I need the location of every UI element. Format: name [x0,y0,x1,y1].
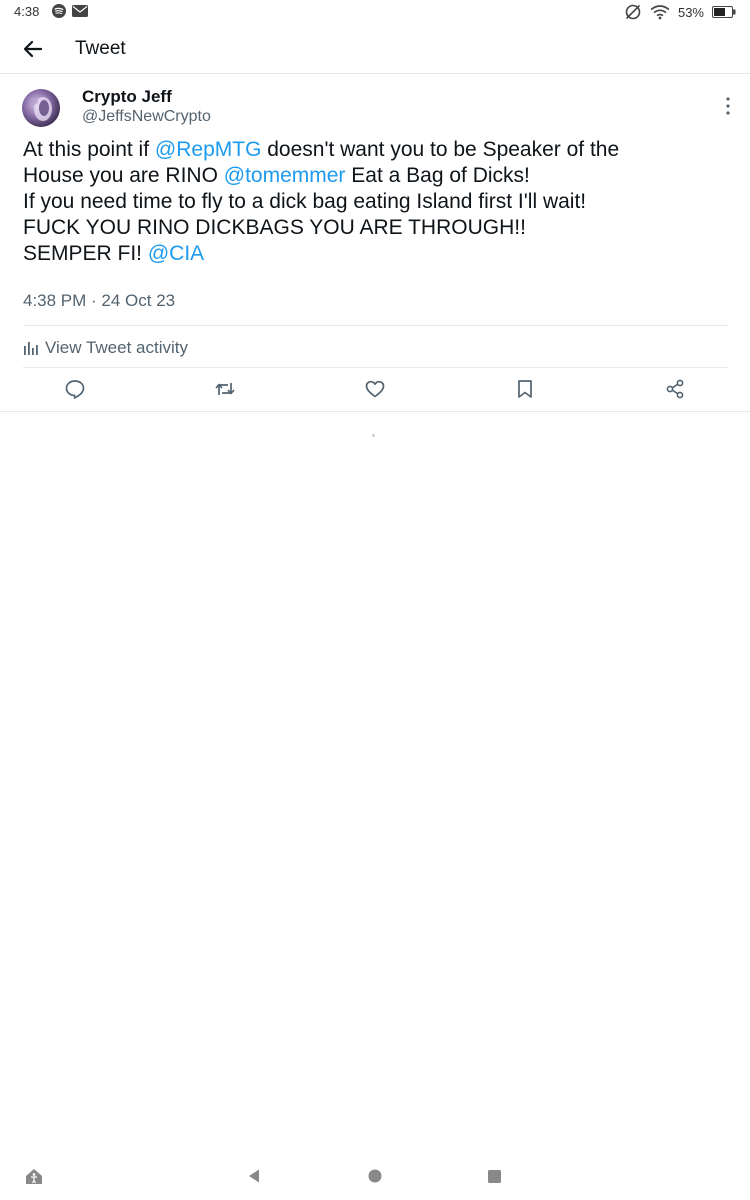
display-name[interactable]: Crypto Jeff [82,87,172,107]
mail-icon [72,5,88,17]
loading-indicator [372,434,375,437]
home-circle-icon[interactable] [367,1168,383,1184]
accessibility-icon[interactable] [24,1166,44,1186]
status-bar: 4:38 53% [0,0,750,24]
view-activity-label: View Tweet activity [45,338,188,357]
mention-link[interactable]: @CIA [148,242,204,265]
mention-link[interactable]: @tomemmer [224,164,346,187]
avatar-image [30,97,52,121]
page-title: Tweet [75,38,126,59]
top-app-bar: Tweet [0,24,750,74]
wifi-icon [650,5,670,20]
divider [23,325,728,326]
status-right-group: 53% [624,3,736,21]
status-time: 4:38 [14,4,40,19]
recents-square-icon[interactable] [487,1169,502,1184]
tweet-text: At this point if @RepMTG doesn't want yo… [23,137,723,267]
more-options-icon[interactable] [724,95,732,117]
tweet-action-bar [0,368,750,412]
avatar[interactable] [22,89,60,127]
battery-percent: 53% [677,4,704,20]
mention-link[interactable]: @RepMTG [155,138,262,161]
reply-icon[interactable] [64,378,86,400]
user-handle[interactable]: @JeffsNewCrypto [82,108,211,126]
tweet-timestamp[interactable]: 4:38 PM · 24 Oct 23 [23,291,175,311]
no-alarm-icon [625,4,641,20]
back-triangle-icon[interactable] [246,1168,262,1184]
system-nav-bar [0,1150,750,1200]
analytics-icon [24,342,38,355]
tweet-text-segment: At this point if [23,138,155,161]
spotify-icon [52,4,66,18]
view-activity-link[interactable]: View Tweet activity [23,335,188,361]
like-icon[interactable] [364,378,386,400]
arrow-left-icon[interactable] [20,36,46,62]
battery-icon [712,6,736,18]
share-icon[interactable] [664,378,686,400]
divider [0,411,750,412]
bookmark-icon[interactable] [514,378,536,400]
retweet-icon[interactable] [214,378,236,400]
